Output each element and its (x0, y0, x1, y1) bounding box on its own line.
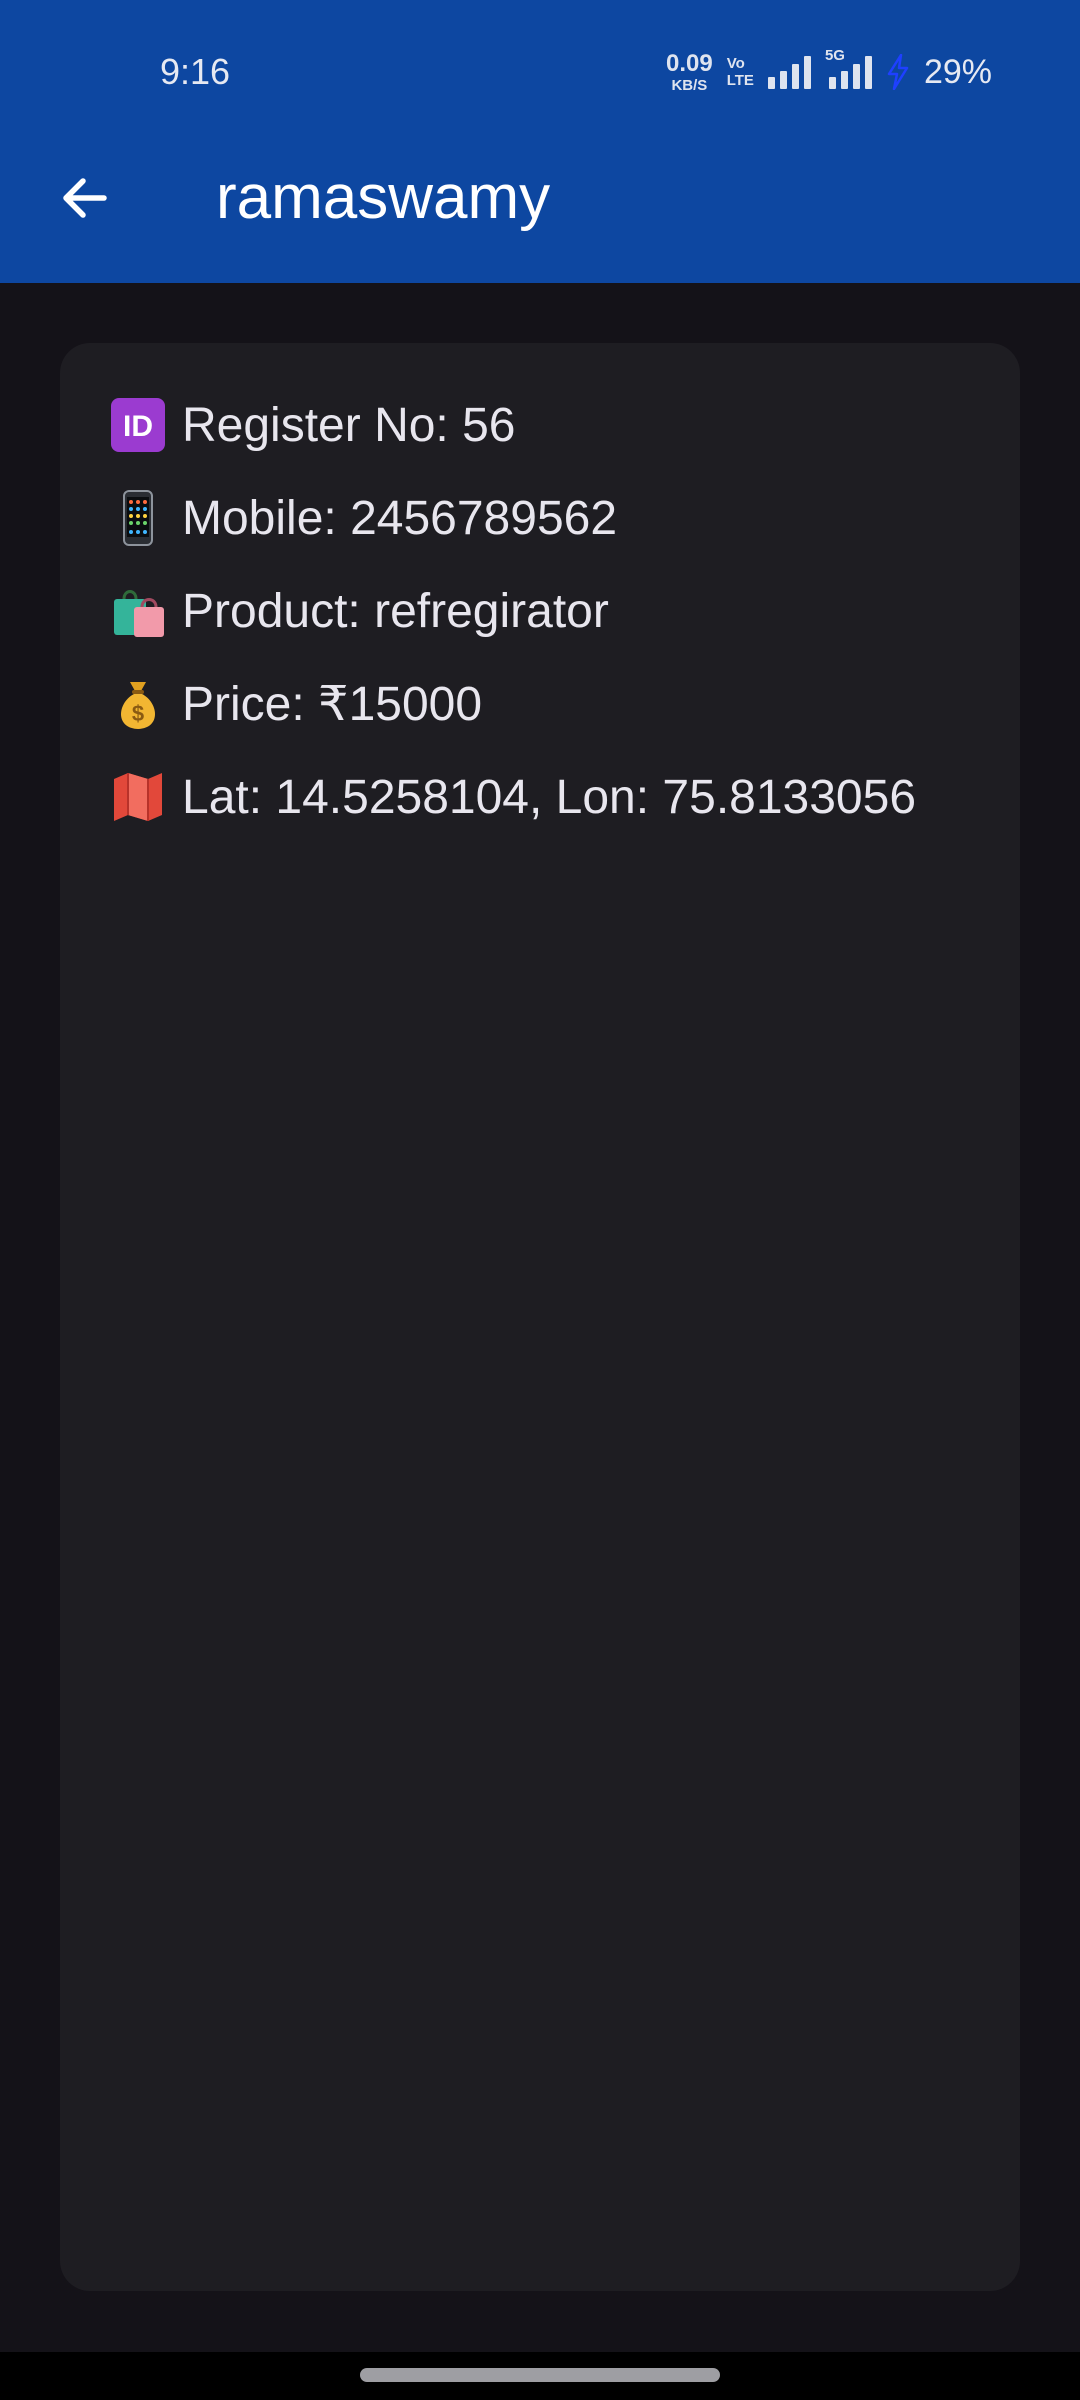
battery-level: 29% (923, 52, 992, 91)
coordinates-text: Lat: 14.5258104, Lon: 75.8133056 (182, 770, 917, 824)
volte-top-label: Vo (726, 55, 745, 72)
svg-text:ID: ID (123, 410, 153, 443)
id-icon: ID (108, 395, 168, 455)
signal-5g-icon: 5G (825, 47, 872, 89)
detail-row-register: ID Register No: 56 (108, 390, 516, 460)
network-speed-unit: KB/S (671, 76, 708, 94)
charging-bolt-icon (887, 54, 909, 90)
register-number-text: Register No: 56 (182, 398, 516, 452)
network-type-label: 5G (824, 47, 845, 64)
signal-strength-icon (767, 55, 811, 89)
status-bar: 9:16 0.09 KB/S Vo LTE 5G 29% (0, 0, 1080, 140)
price-text: Price: ₹15000 (182, 678, 483, 731)
status-icons: 0.09 KB/S Vo LTE 5G 29% (666, 46, 992, 98)
app-bar: 9:16 0.09 KB/S Vo LTE 5G 29% ramaswamy (0, 0, 1080, 283)
detail-row-product: Product: refregirator (108, 576, 609, 646)
detail-row-price: $ Price: ₹15000 (108, 669, 482, 739)
map-icon (108, 767, 168, 827)
detail-row-location: Lat: 14.5258104, Lon: 75.8133056 (108, 762, 916, 832)
volte-bottom-label: LTE (726, 72, 754, 89)
product-text: Product: refregirator (182, 584, 609, 638)
network-speed-value: 0.09 (666, 49, 713, 77)
mobile-phone-icon (108, 488, 168, 548)
status-time: 9:16 (160, 51, 231, 92)
network-speed: 0.09 KB/S (666, 49, 713, 94)
navigation-bar (0, 2352, 1080, 2400)
home-indicator[interactable] (360, 2368, 720, 2382)
mobile-number-text: Mobile: 2456789562 (182, 491, 618, 545)
svg-text:$: $ (132, 701, 144, 726)
volte-icon: Vo LTE (727, 55, 754, 89)
money-bag-icon: $ (108, 674, 168, 734)
page-title: ramaswamy (216, 163, 551, 232)
detail-row-mobile: Mobile: 2456789562 (108, 483, 617, 553)
back-button[interactable] (44, 158, 124, 238)
shopping-bags-icon (108, 581, 168, 641)
details-card: ID Register No: 56 Mobile: 2456789562 Pr… (60, 343, 1020, 2291)
arrow-left-icon (63, 178, 107, 218)
screen: 9:16 0.09 KB/S Vo LTE 5G 29% ramaswamy I… (0, 0, 1080, 2400)
